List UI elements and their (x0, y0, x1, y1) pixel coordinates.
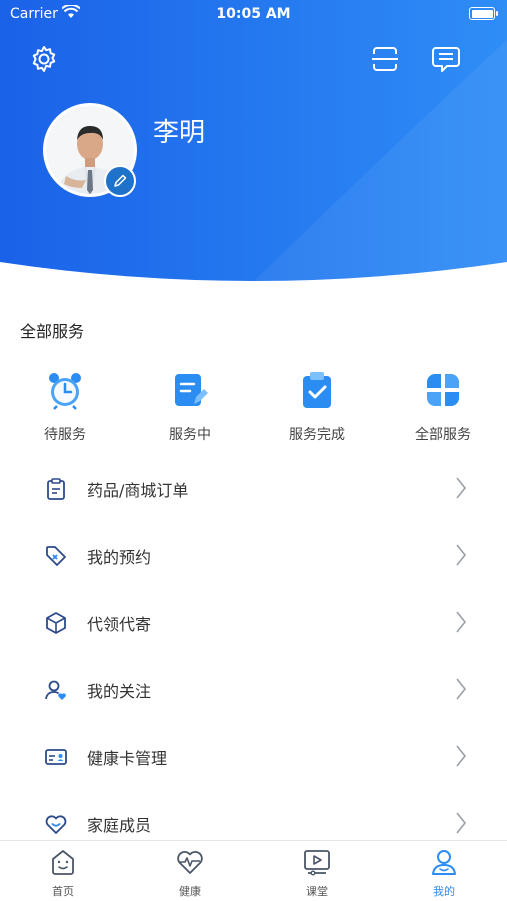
heart-smile-icon (45, 815, 67, 834)
alarm-clock-icon (49, 373, 81, 410)
four-petal-grid-icon (427, 374, 459, 406)
tab-classroom[interactable]: 课堂 (254, 847, 380, 899)
chevron-right-icon (456, 812, 467, 834)
menu-label: 我的关注 (87, 682, 152, 701)
clipboard-check-icon (303, 372, 331, 408)
tab-label: 课堂 (306, 885, 328, 898)
pencil-icon (114, 174, 127, 187)
service-completed[interactable]: 服务完成 (262, 370, 372, 444)
home-face-icon (52, 850, 74, 875)
menu-item-appointments[interactable]: 我的预约 (0, 522, 507, 589)
menu-label: 代领代寄 (87, 615, 152, 634)
tab-label: 我的 (433, 885, 455, 898)
menu-label: 健康卡管理 (87, 749, 168, 768)
profile-icon (432, 850, 456, 875)
chevron-right-icon (456, 544, 467, 566)
service-all[interactable]: 全部服务 (388, 370, 498, 444)
profile-header: Carrier 10:05 AM 李明 (0, 0, 507, 285)
tab-health[interactable]: 健康 (127, 847, 253, 899)
service-in-progress[interactable]: 服务中 (135, 370, 245, 444)
settings-button[interactable] (27, 42, 61, 76)
tab-label: 健康 (179, 885, 201, 898)
gear-icon (32, 46, 56, 72)
tag-icon (46, 546, 66, 566)
status-bar: Carrier 10:05 AM (0, 0, 507, 30)
messages-button[interactable] (429, 42, 463, 76)
chevron-right-icon (456, 611, 467, 633)
package-icon (46, 612, 66, 634)
bottom-tab-bar: 首页 健康 课堂 我的 (0, 840, 507, 901)
menu-label: 药品/商城订单 (87, 481, 189, 500)
video-class-icon (304, 850, 330, 876)
services-grid: 待服务 服务中 服务完成 全部服务 (0, 370, 507, 450)
menu-item-following[interactable]: 我的关注 (0, 656, 507, 723)
menu-item-orders[interactable]: 药品/商城订单 (0, 455, 507, 522)
chevron-right-icon (456, 477, 467, 499)
chevron-right-icon (456, 678, 467, 700)
menu-label: 我的预约 (87, 548, 152, 567)
user-name: 李明 (153, 118, 206, 148)
menu-item-health-card[interactable]: 健康卡管理 (0, 723, 507, 790)
service-label: 全部服务 (415, 427, 471, 443)
scan-icon (372, 47, 398, 71)
service-label: 服务中 (169, 427, 211, 443)
service-label: 待服务 (44, 427, 86, 443)
chevron-right-icon (456, 745, 467, 767)
scan-button[interactable] (368, 42, 402, 76)
document-edit-icon (175, 374, 208, 406)
battery-icon (469, 7, 498, 20)
tab-mine[interactable]: 我的 (381, 847, 507, 899)
service-label: 服务完成 (289, 427, 345, 443)
service-pending[interactable]: 待服务 (10, 370, 120, 444)
edit-avatar-button[interactable] (104, 165, 136, 197)
id-card-icon (45, 749, 67, 765)
clipboard-icon (47, 478, 65, 500)
menu-label: 家庭成员 (87, 816, 152, 835)
tab-home[interactable]: 首页 (0, 847, 126, 899)
heartbeat-icon (177, 851, 203, 874)
message-icon (432, 47, 460, 72)
user-heart-icon (45, 680, 66, 700)
tab-label: 首页 (52, 885, 74, 898)
services-title: 全部服务 (20, 322, 85, 341)
menu-item-pickup-delivery[interactable]: 代领代寄 (0, 589, 507, 656)
clock: 10:05 AM (216, 6, 291, 22)
